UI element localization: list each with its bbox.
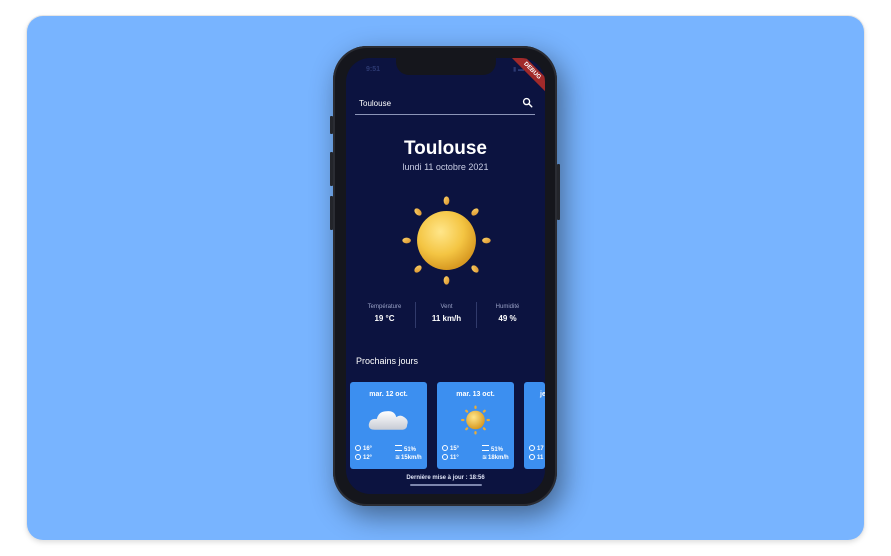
home-indicator[interactable] [410,484,482,486]
forecast-date: mar. 12 oct. [369,391,408,398]
forecast-date: mar. 13 oct. [456,391,495,398]
stat-label: Vent [440,304,453,310]
max-temp: 17 [537,446,544,452]
min-temp-icon [529,454,535,460]
volume-down-button [330,196,333,230]
forecast-row-1: 16° 51% [355,445,416,453]
wind-icon: ≋ [395,455,401,461]
current-date: lundi 11 octobre 2021 [402,162,489,172]
mute-switch [330,116,333,134]
forecast-row-1: 15° 51% [442,445,503,453]
wind-icon: ≋ [482,455,488,461]
power-button [557,164,560,220]
forecast-date: je [540,391,545,398]
humidity-icon [482,445,489,451]
min-temp: 12° [363,455,373,461]
search-bar [355,92,535,115]
app-background: 9:51 ▮ ▬ DEBUG Toulouse lundi 11 octobre… [27,16,864,540]
city-name: Toulouse [403,138,488,159]
sun-icon [402,196,491,285]
stat-humidity: Humidité 49 % [476,302,538,328]
last-update: Dernière mise à jour : 18:56 [406,475,485,481]
min-temp-icon [355,454,361,460]
search-icon[interactable] [522,97,533,108]
stat-value: 11 km/h [431,314,462,323]
stat-label: Humidité [495,304,520,310]
stat-temperature: Température 19 °C [354,302,415,328]
status-time: 9:51 [366,66,381,73]
search-input[interactable] [359,97,509,110]
max-temp: 16° [363,446,373,452]
max-temp-icon [355,445,361,451]
stat-label: Température [367,304,402,310]
forecast-card[interactable]: mar. 12 oct. 16° 51% 12° ≋15km/h [350,382,427,469]
stat-value: 19 °C [374,314,395,323]
notch [396,58,496,75]
min-temp: 11° [450,455,459,461]
stat-wind: Vent 11 km/h [415,302,477,328]
forecast-card[interactable]: je 17 11 [524,382,545,469]
humidity-icon [395,445,402,451]
forecast-card[interactable]: mar. 13 oct. 15° 51% 11° ≋18km/h [437,382,514,469]
max-temp-icon [442,445,448,451]
humidity: 51% [404,447,417,453]
phone-screen: 9:51 ▮ ▬ DEBUG Toulouse lundi 11 octobre… [346,58,545,494]
humidity: 51% [491,447,504,453]
forecast-row-2: 11 [529,454,543,461]
wind: 15km/h [401,455,422,461]
min-temp: 11 [537,455,544,461]
forecast-row-2: 12° ≋15km/h [355,454,422,461]
wind: 18km/h [488,455,509,461]
min-temp-icon [442,454,448,460]
sun-icon [461,405,490,435]
max-temp: 15° [450,446,460,452]
current-stats: Température 19 °C Vent 11 km/h Humidité … [354,302,537,328]
phone-frame: 9:51 ▮ ▬ DEBUG Toulouse lundi 11 octobre… [330,46,560,506]
forecast-row-1: 17 [529,445,544,452]
cloud-icon [368,411,408,430]
stat-value: 49 % [498,314,517,323]
volume-up-button [330,152,333,186]
section-title: Prochains jours [356,356,419,366]
max-temp-icon [529,445,535,451]
forecast-row-2: 11° ≋18km/h [442,454,509,461]
